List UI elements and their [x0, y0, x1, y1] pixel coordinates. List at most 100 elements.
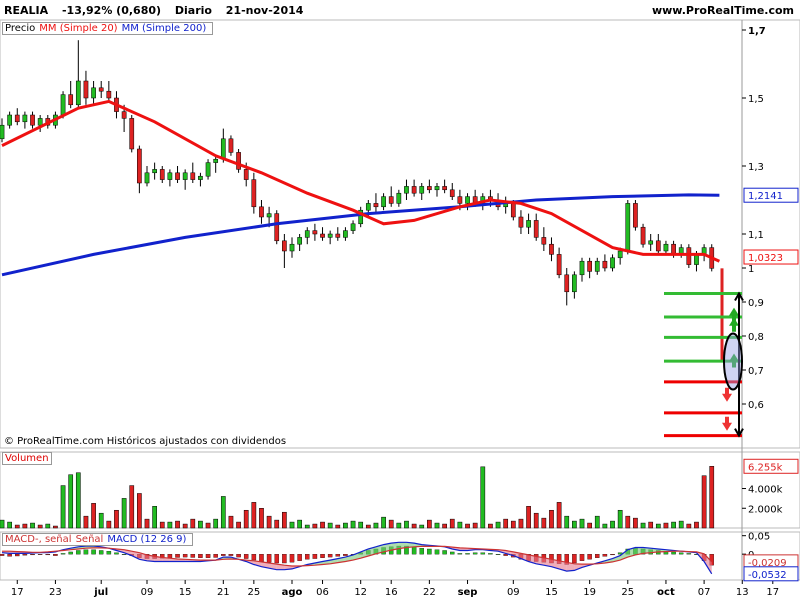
macd-legend[interactable]: MACD-, señal Señal MACD (12 26 9)	[2, 533, 194, 546]
price-ytick-label: 1,5	[748, 94, 764, 105]
macd-histogram-bar	[289, 554, 295, 563]
macd-histogram-bar	[45, 554, 51, 556]
volume-bar	[503, 518, 509, 529]
volume-bar	[14, 524, 20, 529]
x-tick-label: 19	[583, 587, 596, 598]
macd-histogram-bar	[343, 554, 348, 556]
macd-histogram-bar	[297, 554, 302, 561]
volume-bar	[411, 523, 417, 529]
x-tick-label: oct	[657, 587, 675, 598]
candle-body	[594, 260, 600, 272]
x-tick-label: 17	[766, 587, 779, 598]
x-tick-label: 16	[385, 587, 398, 598]
volume-bar	[220, 496, 226, 529]
candle-body	[282, 240, 287, 252]
volume-bar	[75, 472, 81, 529]
x-tick-label: 21	[217, 587, 230, 598]
candle-body	[259, 206, 264, 218]
candle-body	[274, 213, 280, 242]
candle-body	[335, 233, 341, 238]
volume-bar	[388, 519, 394, 529]
volume-bar	[602, 523, 608, 529]
candle-body	[228, 138, 234, 153]
volume-bar	[30, 522, 35, 529]
candle-body	[152, 169, 157, 174]
stock-chart[interactable]: 1,7 1,5 1,3 1,1 1 0,9 0,8 0,7 0,6 1,2141 1,0323 17 2…	[0, 0, 800, 600]
macd-histogram-bar	[236, 554, 241, 558]
macd-histogram-bar	[472, 552, 478, 555]
volume-legend[interactable]: Volumen	[2, 452, 52, 465]
candle-body	[137, 148, 142, 184]
volume-bar	[83, 515, 89, 529]
macd-histogram-bar	[175, 554, 180, 558]
volume-bar	[343, 522, 348, 529]
volume-bar	[579, 518, 585, 529]
candle-body	[549, 243, 554, 255]
candle-body	[198, 175, 203, 180]
volume-bar	[167, 521, 173, 529]
macd-histogram-bar	[678, 552, 684, 555]
last-price-label: 1,0323	[748, 253, 783, 264]
price-ytick-label: 0,9	[748, 298, 764, 309]
macd-legend-a[interactable]: MACD-, señal	[5, 534, 72, 545]
volume-bar	[396, 522, 402, 529]
candle-body	[373, 203, 379, 208]
candle-body	[304, 230, 310, 238]
candle-body	[633, 203, 638, 228]
candle-body	[129, 118, 135, 150]
volume-bar	[594, 515, 600, 529]
macd-legend-b[interactable]: Señal	[76, 534, 104, 545]
volume-bar	[152, 506, 157, 529]
legend-ma200[interactable]: MM (Simple 200)	[122, 23, 207, 34]
candle-body	[30, 114, 35, 126]
macd-histogram-bar	[76, 550, 81, 555]
volume-bar	[480, 466, 486, 529]
macd-histogram-bar	[167, 554, 173, 558]
legend-ma20[interactable]: MM (Simple 20)	[39, 23, 117, 34]
candle-body	[14, 114, 20, 123]
candle-body	[22, 114, 28, 123]
volume-bar	[91, 503, 96, 529]
macd-histogram-bar	[60, 553, 66, 555]
volume-bar	[68, 474, 74, 529]
volume-bar	[572, 520, 577, 529]
volume-bar	[53, 525, 58, 529]
macd-histogram-bar	[686, 553, 692, 555]
macd-histogram-bar	[579, 554, 585, 561]
macd-histogram-bar	[251, 554, 257, 561]
candle-body	[381, 196, 386, 208]
candle-body	[617, 250, 623, 259]
volume-bar	[182, 523, 188, 529]
candle-body	[411, 186, 417, 194]
volume-bar	[60, 485, 66, 529]
volume-bar	[312, 523, 318, 529]
volume-bar	[175, 520, 180, 529]
volume-bar	[442, 523, 447, 529]
x-tick-label: 13	[736, 587, 749, 598]
volume-bar	[289, 521, 295, 529]
legend-price[interactable]: Precio	[5, 23, 35, 34]
volume-bar	[709, 466, 715, 529]
volume-bar	[22, 523, 28, 529]
volume-bar	[335, 524, 341, 529]
candle-body	[572, 274, 577, 293]
candle-body	[396, 192, 402, 204]
volume-bar	[465, 523, 470, 529]
x-tick-label: 17	[11, 587, 24, 598]
macd-legend-c[interactable]: MACD (12 26 9)	[107, 534, 186, 545]
candle-body	[541, 237, 547, 245]
macd-histogram-bar	[228, 554, 234, 556]
macd-histogram-bar	[450, 551, 455, 555]
macd-histogram-bar	[274, 554, 279, 564]
candle-body	[587, 260, 592, 272]
volume-bar	[121, 498, 127, 529]
volume-bar	[274, 519, 280, 529]
volume-bar	[297, 519, 302, 529]
candle-body	[640, 226, 646, 245]
volume-bar	[678, 520, 684, 529]
x-tick-label: 12	[354, 587, 367, 598]
macd-histogram-bar	[495, 554, 501, 555]
macd-histogram-bar	[457, 553, 463, 555]
macd-histogram-bar	[595, 554, 600, 558]
price-legend[interactable]: Precio MM (Simple 20) MM (Simple 200)	[2, 22, 214, 35]
